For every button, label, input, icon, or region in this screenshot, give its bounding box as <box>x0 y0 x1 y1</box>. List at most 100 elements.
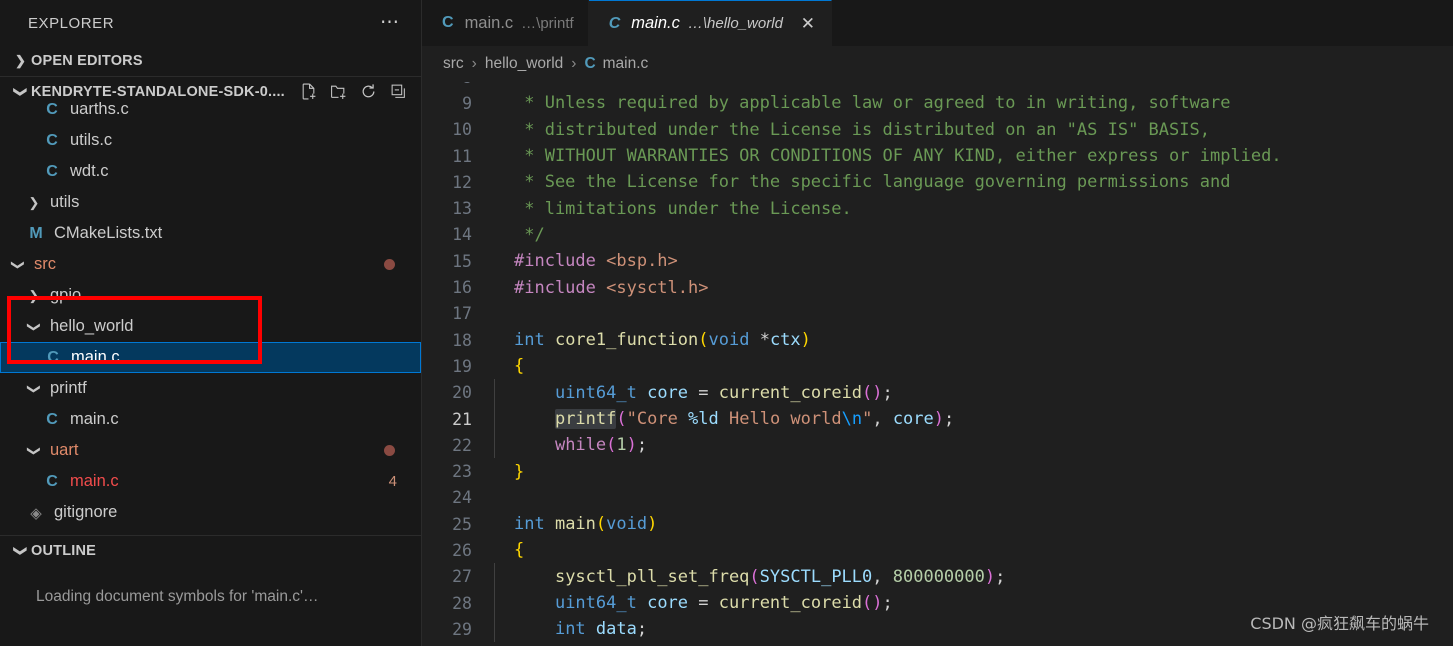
code-token: * <box>514 82 534 87</box>
code-line-11[interactable]: 11 * WITHOUT WARRANTIES OR CONDITIONS OF… <box>422 143 1453 169</box>
tree-folder-gpio[interactable]: ❯ gpio <box>0 280 421 311</box>
file-tree[interactable]: Cuarths.c Cutils.c Cwdt.c ❯ utils M CMakeLists… <box>0 94 421 535</box>
outline-label: OUTLINE <box>31 543 97 559</box>
code-line-25[interactable]: 25 int main(void) <box>422 511 1453 537</box>
tree-file-main.c[interactable]: Cmain.c 4 <box>0 466 421 497</box>
editor-tabbar: Cmain.c …\printf Cmain.c …\hello_world ✕ <box>422 0 1453 46</box>
line-number: 13 <box>452 199 472 219</box>
code-token: int <box>514 514 555 535</box>
code-token: * distributed under the License is distr… <box>514 119 1210 140</box>
code-line-20[interactable]: 20 uint64_t core = current_coreid(); <box>422 378 1453 406</box>
editor-tab-2[interactable]: Cmain.c …\hello_world ✕ <box>588 0 832 46</box>
code-line-9[interactable]: 9 * Unless required by applicable law or… <box>422 90 1453 116</box>
modified-dot-badge <box>384 445 395 456</box>
chevron-down-icon[interactable]: ❯ <box>10 255 26 275</box>
code-line-13[interactable]: 13 * limitations under the License. <box>422 195 1453 221</box>
code-token: ) <box>933 409 945 429</box>
line-number: 20 <box>452 383 472 403</box>
tree-file-main.c[interactable]: Cmain.c <box>0 404 421 435</box>
outline-message: Loading document symbols for 'main.c'… <box>36 588 319 605</box>
code-line-26[interactable]: 26 { <box>422 537 1453 563</box>
outline-header[interactable]: ❯ OUTLINE <box>0 536 421 566</box>
code-token: void <box>606 514 648 535</box>
line-number: 26 <box>452 540 472 560</box>
code-token: ( <box>862 593 873 614</box>
code-line-10[interactable]: 10 * distributed under the License is di… <box>422 117 1453 143</box>
line-number: 15 <box>452 251 472 271</box>
modified-dot-badge <box>384 259 395 270</box>
line-number: 17 <box>452 304 472 324</box>
tree-folder-src[interactable]: ❯ src <box>0 249 421 280</box>
code-line-21[interactable]: 21 printf("Core %ld Hello world\n", core… <box>422 405 1453 432</box>
code-token: #include <box>514 277 607 298</box>
code-line-28[interactable]: 28 uint64_t core = current_coreid(); <box>422 589 1453 617</box>
code-line-14[interactable]: 14 */ <box>422 222 1453 248</box>
chevron-right-icon[interactable]: ❯ <box>24 288 44 304</box>
code-token: uint64_t <box>554 382 648 403</box>
editor-tab-1[interactable]: Cmain.c …\printf <box>422 0 589 46</box>
tree-file-gitignore[interactable]: ◈ gitignore <box>0 497 421 528</box>
code-token: 1 <box>616 435 627 456</box>
tree-item-label: CMakeLists.txt <box>54 224 163 242</box>
tree-folder-printf[interactable]: ❯ printf <box>0 373 421 404</box>
indent-guide <box>494 378 495 406</box>
code-line-24[interactable]: 24 <box>422 485 1453 511</box>
tree-folder-utils[interactable]: ❯ utils <box>0 187 421 218</box>
code-line-16[interactable]: 16 #include <sysctl.h> <box>422 274 1453 300</box>
code-line-17[interactable]: 17 <box>422 301 1453 327</box>
tree-file-main.c[interactable]: Cmain.c <box>0 342 421 373</box>
code-line-23[interactable]: 23} <box>422 458 1453 484</box>
code-line-text: int core1_function(void *ctx) <box>494 330 811 350</box>
more-actions-icon[interactable]: ⋯ <box>378 13 403 32</box>
tree-file-utils.c[interactable]: Cutils.c <box>0 125 421 156</box>
tree-folder-hello_world[interactable]: ❯ hello_world <box>0 311 421 342</box>
tree-file-uarths.c[interactable]: Cuarths.c <box>0 94 421 125</box>
close-icon[interactable]: ✕ <box>799 14 817 34</box>
code-token: while <box>554 435 607 456</box>
breadcrumb-part-2[interactable]: hello_world <box>485 55 563 73</box>
tree-item-label: main.c <box>70 410 119 428</box>
code-token: { <box>514 356 525 377</box>
code-token: core <box>647 382 689 403</box>
tree-file-wdt.c[interactable]: Cwdt.c <box>0 156 421 187</box>
code-line-18[interactable]: 18 int core1_function(void *ctx) <box>422 327 1453 353</box>
section-open-editors[interactable]: ❯ OPEN EDITORS <box>0 46 421 76</box>
tab-path: …\printf <box>521 14 574 32</box>
tree-file-CMakeLists.txt[interactable]: M CMakeLists.txt <box>0 218 421 249</box>
tree-folder-uart[interactable]: ❯ uart <box>0 435 421 466</box>
chevron-down-icon[interactable]: ❯ <box>26 317 42 337</box>
breadcrumb-file[interactable]: main.c <box>603 55 649 73</box>
code-token: <sysctl.h> <box>606 277 709 298</box>
code-line-22[interactable]: 22 while(1); <box>422 431 1453 459</box>
section-outline: ❯ OUTLINE Loading document symbols for '… <box>0 535 421 646</box>
code-token: ) <box>984 566 996 587</box>
breadcrumb-part-1[interactable]: src <box>443 55 464 73</box>
code-token: ( <box>862 382 873 403</box>
tree-item-label: utils <box>50 193 80 211</box>
code-token: <bsp.h> <box>606 251 678 272</box>
code-line-27[interactable]: 27 sysctl_pll_set_freq(SYSCTL_PLL0, 8000… <box>422 562 1453 590</box>
tree-item-label: src <box>34 255 56 273</box>
code-editor[interactable]: 8 *9 * Unless required by applicable law… <box>422 82 1453 646</box>
line-number: 14 <box>452 225 472 245</box>
code-line-15[interactable]: 15 #include <bsp.h> <box>422 248 1453 274</box>
c-file-icon: C <box>46 410 58 428</box>
code-line-text: while(1); <box>494 431 647 459</box>
explorer-sidebar: EXPLORER ⋯ ❯ OPEN EDITORS ❯ KENDRYTE-STA… <box>0 0 422 646</box>
code-token: current_coreid <box>718 382 863 403</box>
code-token: ; <box>882 593 893 614</box>
code-line-text: #include <sysctl.h> <box>494 278 708 298</box>
chevron-down-icon[interactable]: ❯ <box>26 441 42 461</box>
chevron-down-icon[interactable]: ❯ <box>26 379 42 399</box>
code-line-12[interactable]: 12 * See the License for the specific la… <box>422 169 1453 195</box>
breadcrumb[interactable]: src › hello_world › Cmain.c <box>422 46 1453 82</box>
chevron-right-icon[interactable]: ❯ <box>24 195 44 211</box>
code-line-19[interactable]: 19 { <box>422 353 1453 379</box>
code-line-8[interactable]: 8 * <box>422 82 1453 90</box>
code-token: core1_function <box>554 330 699 351</box>
tree-item-label: utils.c <box>70 131 113 149</box>
code-line-29[interactable]: 29 int data; <box>422 615 1453 643</box>
